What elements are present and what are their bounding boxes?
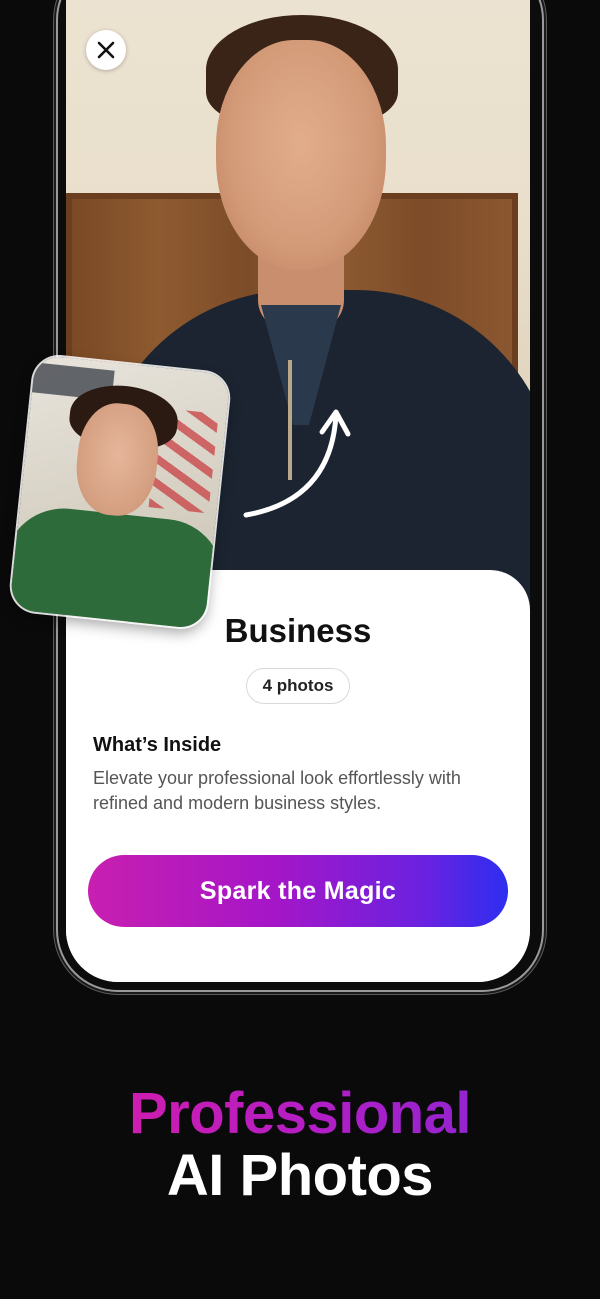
green-tshirt <box>9 502 230 630</box>
face <box>216 40 386 270</box>
close-icon <box>97 41 115 59</box>
promo-headline-line2: AI Photos <box>166 1143 434 1208</box>
spark-the-magic-button[interactable]: Spark the Magic <box>88 855 508 927</box>
style-pack-card: Business 4 photos What’s Inside Elevate … <box>66 570 530 982</box>
promo-headline-line1: Professional <box>0 1080 600 1147</box>
pack-description: Elevate your professional look effortles… <box>93 768 461 813</box>
whats-inside-heading: What’s Inside <box>93 734 222 756</box>
photo-count-badge: 4 photos <box>246 668 350 704</box>
curved-arrow-up-icon <box>243 409 351 518</box>
close-button[interactable] <box>86 30 126 70</box>
original-selfie-photo <box>9 354 231 630</box>
